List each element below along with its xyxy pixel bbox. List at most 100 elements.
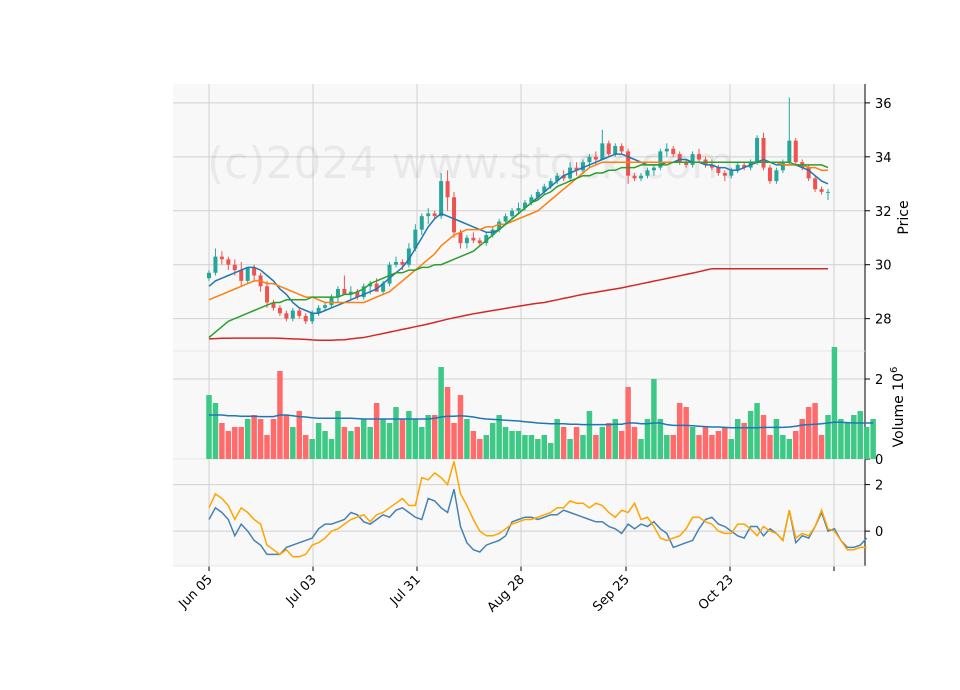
candle-body <box>432 213 437 217</box>
volume-bar <box>412 419 419 459</box>
candle-body <box>722 173 727 176</box>
volume-bar <box>451 423 457 459</box>
volume-bar <box>290 427 296 459</box>
candle-body <box>767 167 772 182</box>
candle-body <box>277 307 282 314</box>
volume-bar <box>419 427 425 459</box>
volume-bar <box>361 419 367 459</box>
candle-body <box>613 146 618 155</box>
volume-bar <box>212 403 219 459</box>
candle-body <box>510 210 515 217</box>
volume-bar <box>219 423 225 459</box>
volume-bar <box>483 435 490 459</box>
candle-body <box>826 191 830 193</box>
volume-bar <box>618 431 625 459</box>
volume-bar <box>818 435 825 459</box>
candle-body <box>290 310 295 319</box>
volume-bar <box>760 415 767 459</box>
x-tick-label: Jun 05 <box>176 572 216 612</box>
volume-bar <box>606 423 612 459</box>
volume-bar <box>657 419 664 459</box>
volume-bar <box>264 435 270 459</box>
volume-bar <box>373 403 380 459</box>
volume-bar <box>464 419 470 459</box>
volume-bar <box>702 427 709 459</box>
chart-figure: Jun 05 Jul 03 Jul 31 Aug 28 Sep 25 Oct 23 28 30… <box>0 0 960 690</box>
candle-body <box>664 148 669 152</box>
volume-bar <box>831 347 838 459</box>
price-axis-label: Price <box>896 200 912 234</box>
volume-bar <box>676 403 683 459</box>
candle-body <box>671 148 676 155</box>
volume-bar <box>696 435 702 459</box>
volume-bar <box>728 439 735 459</box>
volume-bar <box>431 415 438 459</box>
candle-body <box>207 272 211 279</box>
candle-body <box>780 162 785 171</box>
volume-bar <box>580 435 586 459</box>
candle-body <box>329 297 334 306</box>
candle-body <box>439 181 444 217</box>
candle-body <box>813 178 818 190</box>
volume-bar <box>283 415 290 459</box>
volume-bar <box>567 439 573 459</box>
candle-body <box>503 216 508 222</box>
candle-body <box>587 156 592 163</box>
candle-body <box>516 208 521 211</box>
volume-bar <box>496 415 502 459</box>
volume-bar <box>502 427 509 459</box>
volume-bar <box>367 427 373 459</box>
volume-bar <box>444 387 451 459</box>
volume-bar <box>631 427 638 459</box>
volume-bar <box>328 439 335 459</box>
candle-body <box>477 240 482 244</box>
volume-bar <box>863 427 870 459</box>
x-tick-label: Jul 03 <box>283 572 320 609</box>
candle-body <box>593 156 598 160</box>
candle-body <box>471 237 476 241</box>
candle-body <box>452 197 457 233</box>
volume-bar <box>773 419 780 459</box>
candle-body <box>619 146 624 152</box>
candle-body <box>755 137 760 163</box>
volume-bar <box>309 439 315 459</box>
volume-bar <box>560 427 567 459</box>
volume-bar <box>747 411 754 459</box>
volume-bar <box>644 419 651 459</box>
x-tick-label: Oct 23 <box>696 572 737 613</box>
price-tick-label: 30 <box>875 259 892 274</box>
oscillator-tick-label: 0 <box>875 525 883 540</box>
price-tick-label: 36 <box>875 97 892 112</box>
volume-bar <box>786 439 793 459</box>
volume-bar <box>509 431 515 459</box>
volume-bar <box>805 407 812 459</box>
volume-bar <box>380 419 386 459</box>
volume-bar <box>573 427 580 459</box>
candle-body <box>761 137 766 168</box>
candle-body <box>729 170 734 176</box>
volume-bar <box>322 431 328 459</box>
candle-body <box>677 154 682 163</box>
volume-tick-label: 2 <box>875 373 883 388</box>
oscillator-tick-label: 2 <box>875 479 883 494</box>
candle-body <box>393 262 398 265</box>
price-tick-label: 28 <box>875 313 892 328</box>
candle-body <box>632 175 637 179</box>
oscillator-panel-bg <box>173 459 865 566</box>
candle-body <box>600 143 605 160</box>
candle-body <box>774 170 779 182</box>
volume-bar <box>683 407 689 459</box>
candle-body <box>645 170 650 176</box>
candle-body <box>226 259 231 265</box>
volume-bar <box>541 435 548 459</box>
candle-body <box>690 154 695 165</box>
volume-bar <box>722 427 728 459</box>
candle-body <box>716 167 721 173</box>
volume-bar <box>844 423 851 459</box>
chart-svg: Jun 05 Jul 03 Jul 31 Aug 28 Sep 25 Oct 23 28 30… <box>173 84 912 615</box>
candle-body <box>464 237 469 244</box>
volume-bar <box>522 435 528 459</box>
candle-body <box>793 140 798 163</box>
volume-bar <box>554 419 560 459</box>
volume-bar <box>593 435 599 459</box>
